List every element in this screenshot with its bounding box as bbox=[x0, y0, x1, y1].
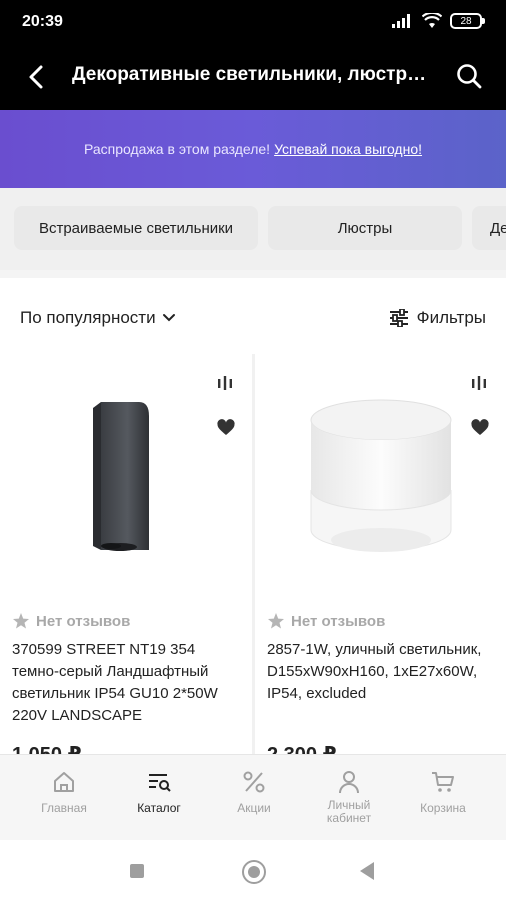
rating: Нет отзывов bbox=[267, 612, 385, 630]
product-name[interactable]: 370599 STREET NT19 354 темно-серый Ландш… bbox=[12, 639, 244, 727]
status-bar: 20:39 28 bbox=[0, 0, 506, 44]
wifi-icon bbox=[422, 13, 442, 28]
product-price: 1 050 ₽ bbox=[12, 742, 82, 754]
product-price: 2 300 ₽ bbox=[267, 742, 337, 754]
compare-icon[interactable] bbox=[470, 374, 488, 392]
product-name[interactable]: 2857-1W, уличный светильник, D155xW90xH1… bbox=[267, 639, 499, 705]
promo-link[interactable]: Успевай пока выгодно! bbox=[274, 141, 422, 157]
back-triangle-icon[interactable] bbox=[360, 862, 374, 880]
sort-label: По популярности bbox=[20, 308, 156, 327]
filter-sliders-icon bbox=[389, 309, 408, 327]
recents-icon[interactable] bbox=[130, 864, 144, 878]
product-image[interactable] bbox=[301, 390, 461, 580]
back-arrow-icon[interactable] bbox=[22, 62, 52, 92]
tab-catalog[interactable]: Каталог bbox=[113, 769, 205, 815]
star-icon bbox=[13, 613, 29, 629]
filters-label: Фильтры bbox=[416, 308, 486, 327]
category-chips: Встраиваемые светильники Люстры Декорати… bbox=[0, 188, 506, 270]
product-grid: Нет отзывов 370599 STREET NT19 354 темно… bbox=[0, 354, 506, 754]
bottom-tab-bar: Главная Каталог Акции Личный кабинет Кор… bbox=[0, 754, 506, 840]
product-image[interactable] bbox=[71, 390, 181, 570]
tab-cart-label: Корзина bbox=[420, 801, 466, 815]
tab-account[interactable]: Личный кабинет bbox=[303, 769, 395, 825]
tab-cart[interactable]: Корзина bbox=[397, 769, 489, 815]
filters-button[interactable]: Фильтры bbox=[389, 308, 486, 328]
heart-icon[interactable] bbox=[470, 418, 490, 438]
tab-home[interactable]: Главная bbox=[18, 769, 110, 815]
catalog-icon bbox=[149, 774, 171, 792]
app-bar: Декоративные светильники, люстры и бра bbox=[0, 44, 506, 110]
tab-home-label: Главная bbox=[41, 801, 87, 815]
chip-recessed-lights[interactable]: Встраиваемые светильники bbox=[14, 206, 258, 250]
chip-chandeliers[interactable]: Люстры bbox=[268, 206, 462, 250]
heart-icon[interactable] bbox=[216, 418, 236, 438]
sort-dropdown[interactable]: По популярности bbox=[20, 308, 176, 328]
sort-filter-bar: По популярности Фильтры bbox=[0, 270, 506, 354]
battery-icon: 28 bbox=[450, 13, 485, 29]
tab-account-label: Личный кабинет bbox=[326, 798, 372, 825]
product-card[interactable]: Нет отзывов 370599 STREET NT19 354 темно… bbox=[0, 354, 252, 754]
battery-level: 28 bbox=[460, 15, 472, 27]
status-time: 20:39 bbox=[22, 13, 63, 30]
product-card[interactable]: Нет отзывов 2857-1W, уличный светильник,… bbox=[255, 354, 506, 754]
page-title: Декоративные светильники, люстры и бра bbox=[72, 64, 438, 85]
cart-icon bbox=[432, 772, 454, 792]
home-circle-icon[interactable] bbox=[242, 860, 266, 884]
rating-text: Нет отзывов bbox=[36, 612, 131, 630]
system-nav-bar bbox=[0, 840, 506, 900]
user-icon bbox=[339, 771, 359, 794]
tab-catalog-label: Каталог bbox=[137, 801, 181, 815]
tab-promo[interactable]: Акции bbox=[208, 769, 300, 815]
rating: Нет отзывов bbox=[12, 612, 130, 630]
percent-icon bbox=[243, 771, 265, 793]
chevron-down-icon bbox=[162, 314, 175, 322]
compare-icon[interactable] bbox=[216, 374, 234, 392]
star-icon bbox=[268, 613, 284, 629]
status-icons: 28 bbox=[392, 13, 485, 29]
chip-decorative[interactable]: Декоративные bbox=[472, 206, 506, 250]
promo-text: Распродажа в этом разделе! bbox=[83, 141, 271, 157]
promo-banner[interactable]: Распродажа в этом разделе! Успевай пока … bbox=[0, 110, 506, 188]
tab-promo-label: Акции bbox=[237, 801, 271, 815]
home-icon bbox=[54, 772, 74, 792]
search-icon[interactable] bbox=[454, 61, 484, 91]
signal-icon bbox=[392, 14, 410, 28]
rating-text: Нет отзывов bbox=[291, 612, 386, 630]
